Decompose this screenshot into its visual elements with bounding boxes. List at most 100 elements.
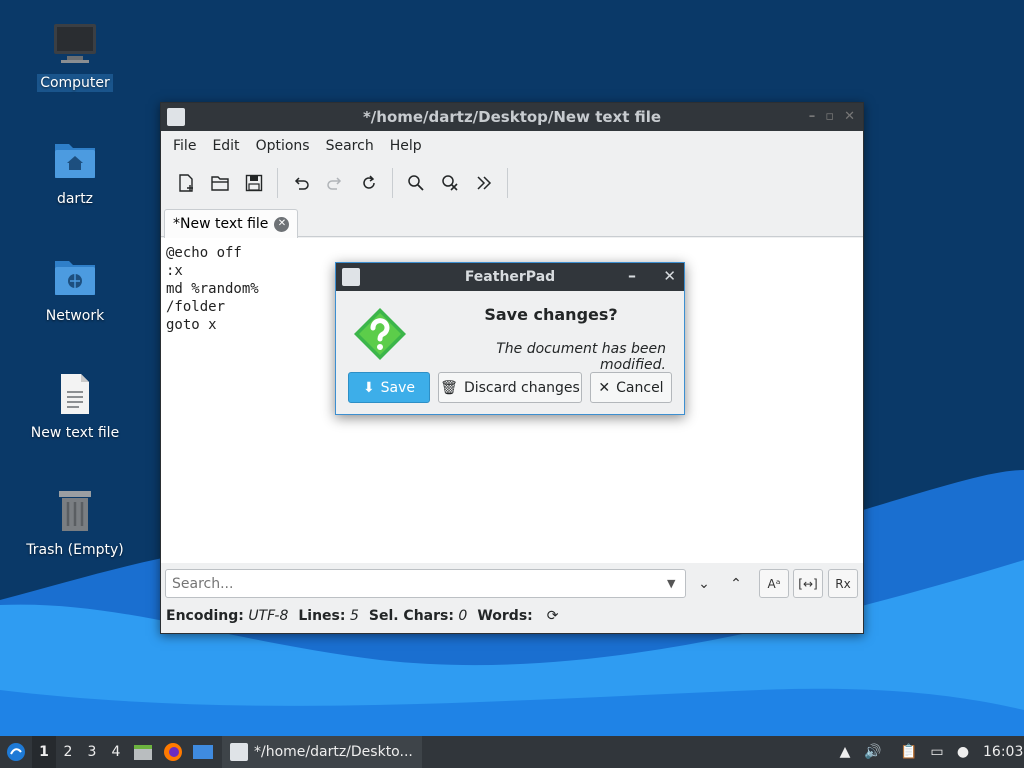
taskbar-task-featherpad[interactable]: */home/dartz/Deskto... bbox=[222, 736, 422, 768]
chevron-down-icon: ⌄ bbox=[698, 575, 710, 592]
desktop-icon-label: Computer bbox=[37, 74, 113, 92]
menu-search[interactable]: Search bbox=[324, 134, 384, 158]
clock[interactable]: 16:03 bbox=[983, 744, 1023, 760]
replace-icon bbox=[442, 175, 458, 191]
reload-icon bbox=[363, 175, 375, 189]
update-notifier-icon[interactable]: ● bbox=[952, 741, 974, 763]
search-bar: ▼ ⌄ ⌃ Aᵃ [↔] Rx bbox=[161, 563, 863, 603]
tab-close-icon[interactable]: ✕ bbox=[274, 216, 290, 232]
desktop-icon-label: Network bbox=[45, 308, 105, 324]
desktop-icon-dartz[interactable]: dartz bbox=[20, 138, 130, 208]
text-file-icon bbox=[51, 372, 99, 420]
undo-icon bbox=[294, 177, 309, 190]
dialog-message: The document has been modified. bbox=[496, 341, 666, 373]
search-input[interactable] bbox=[165, 569, 686, 598]
show-desktop-icon bbox=[193, 745, 213, 759]
toolbar-separator bbox=[392, 168, 393, 198]
open-button[interactable] bbox=[203, 166, 237, 200]
more-button[interactable] bbox=[467, 166, 501, 200]
whole-word-button[interactable]: [↔] bbox=[793, 569, 823, 598]
workspace-1[interactable]: 1 bbox=[32, 736, 56, 768]
menu-file[interactable]: File bbox=[171, 134, 206, 158]
replace-button[interactable] bbox=[433, 166, 467, 200]
cancel-icon: ✕ bbox=[598, 379, 611, 396]
tray-upload-icon[interactable]: ▲ bbox=[834, 741, 856, 763]
task-label: */home/dartz/Deskto... bbox=[254, 744, 413, 760]
toolbar bbox=[161, 161, 863, 205]
window-title: */home/dartz/Desktop/New text file bbox=[362, 108, 662, 126]
redo-icon bbox=[327, 177, 342, 190]
lines-value: 5 bbox=[349, 608, 359, 624]
question-icon bbox=[354, 308, 406, 360]
tab-new-text-file[interactable]: *New text file ✕ bbox=[164, 209, 299, 238]
menu-edit[interactable]: Edit bbox=[210, 134, 249, 158]
menu-options[interactable]: Options bbox=[254, 134, 320, 158]
desktop-switch-launcher[interactable] bbox=[188, 743, 218, 761]
toolbar-separator bbox=[507, 168, 508, 198]
featherpad-icon bbox=[342, 268, 360, 286]
tab-bar: *New text file ✕ bbox=[161, 205, 863, 238]
workspace-2[interactable]: 2 bbox=[56, 736, 80, 768]
minimize-icon[interactable]: – bbox=[809, 109, 816, 124]
lubuntu-logo-icon bbox=[7, 743, 25, 761]
trash-icon bbox=[51, 489, 99, 537]
window-titlebar[interactable]: */home/dartz/Desktop/New text file – ▫ ✕ bbox=[161, 103, 863, 131]
regex-button[interactable]: Rx bbox=[828, 569, 858, 598]
find-icon bbox=[408, 175, 424, 191]
status-bar: Encoding: UTF-8 Lines: 5 Sel. Chars: 0 W… bbox=[166, 605, 558, 627]
close-icon[interactable]: ✕ bbox=[663, 267, 676, 285]
discard-changes-button[interactable]: 🗑 Discard changes bbox=[438, 372, 582, 403]
chevron-down-icon[interactable]: ▼ bbox=[667, 577, 675, 590]
undo-button[interactable] bbox=[284, 166, 318, 200]
redo-button[interactable] bbox=[318, 166, 352, 200]
reload-button[interactable] bbox=[352, 166, 386, 200]
save-button[interactable] bbox=[237, 166, 271, 200]
find-next-button[interactable]: ⌄ bbox=[689, 569, 719, 598]
dialog-titlebar[interactable]: FeatherPad – ✕ bbox=[336, 263, 684, 291]
cancel-button-label: Cancel bbox=[616, 379, 664, 396]
maximize-icon[interactable]: ▫ bbox=[825, 109, 834, 124]
find-previous-button[interactable]: ⌃ bbox=[721, 569, 751, 598]
desktop-icon-network[interactable]: Network bbox=[20, 255, 130, 325]
discard-button-label: Discard changes bbox=[463, 379, 580, 396]
lines-label: Lines: bbox=[298, 608, 346, 624]
desktop-icon-trash[interactable]: Trash (Empty) bbox=[20, 489, 130, 559]
chevron-up-icon: ⌃ bbox=[730, 575, 742, 592]
sel-chars-label: Sel. Chars: bbox=[368, 608, 454, 624]
sel-chars-value: 0 bbox=[458, 608, 468, 624]
workspace-3[interactable]: 3 bbox=[80, 736, 104, 768]
menu-help[interactable]: Help bbox=[388, 134, 432, 158]
trash-icon: 🗑 bbox=[440, 379, 458, 396]
minimize-icon[interactable]: – bbox=[628, 266, 636, 285]
home-folder-icon bbox=[51, 138, 99, 186]
file-manager-icon bbox=[134, 745, 152, 760]
cancel-button[interactable]: ✕ Cancel bbox=[590, 372, 672, 403]
desktop-icon-new-text-file[interactable]: New text file bbox=[20, 372, 130, 442]
desktop-icon-label: New text file bbox=[30, 425, 120, 441]
refresh-word-count-icon[interactable]: ⟳ bbox=[547, 608, 559, 624]
start-menu-button[interactable] bbox=[0, 736, 32, 768]
close-icon[interactable]: ✕ bbox=[844, 109, 855, 124]
computer-icon bbox=[51, 22, 99, 70]
network-folder-icon bbox=[51, 255, 99, 303]
menubar: File Edit Options Search Help bbox=[161, 131, 863, 161]
dialog-heading: Save changes? bbox=[484, 305, 618, 324]
firefox-launcher[interactable] bbox=[158, 742, 188, 762]
open-folder-icon bbox=[211, 176, 229, 191]
match-case-button[interactable]: Aᵃ bbox=[759, 569, 789, 598]
file-manager-launcher[interactable] bbox=[128, 743, 158, 761]
encoding-label: Encoding: bbox=[166, 608, 244, 624]
network-icon[interactable]: ▭ bbox=[926, 741, 948, 763]
workspace-4[interactable]: 4 bbox=[104, 736, 128, 768]
tab-label: *New text file bbox=[173, 216, 269, 232]
desktop-icon-computer[interactable]: Computer bbox=[20, 22, 130, 92]
editor-line: @echo off bbox=[166, 245, 242, 261]
find-button[interactable] bbox=[399, 166, 433, 200]
new-document-button[interactable] bbox=[169, 166, 203, 200]
clipboard-icon[interactable]: 📋 bbox=[898, 741, 920, 763]
featherpad-icon bbox=[167, 108, 185, 126]
save-button[interactable]: ⬇ Save bbox=[348, 372, 430, 403]
volume-icon[interactable]: 🔊 bbox=[862, 741, 884, 763]
featherpad-icon bbox=[230, 743, 248, 761]
dialog-title: FeatherPad bbox=[464, 269, 556, 285]
